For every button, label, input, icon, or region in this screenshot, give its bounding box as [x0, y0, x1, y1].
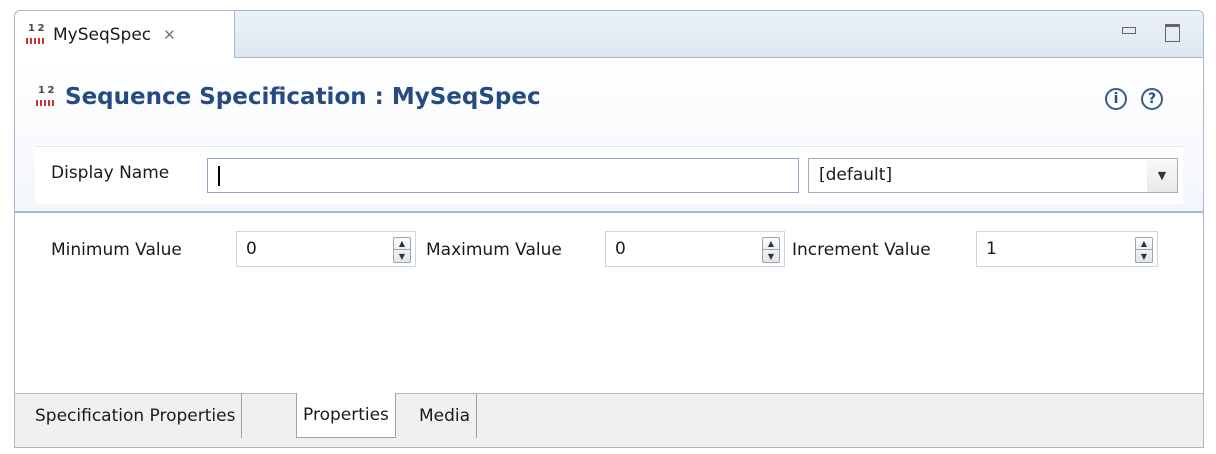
maximum-value-label: Maximum Value	[426, 240, 562, 260]
display-name-label: Display Name	[51, 163, 170, 183]
spin-down-icon[interactable]: ▼	[763, 250, 779, 262]
editor-tab-label: MySeqSpec	[53, 25, 152, 45]
minimum-value-label: Minimum Value	[51, 240, 182, 260]
maximum-value: 0	[615, 239, 626, 259]
tab-specification-properties[interactable]: Specification Properties	[29, 394, 243, 438]
spin-up-icon[interactable]: ▲	[763, 238, 779, 250]
spin-up-icon[interactable]: ▲	[1136, 238, 1152, 250]
increment-value-spinner[interactable]: 1 ▲ ▼	[976, 231, 1158, 267]
minimum-value: 0	[246, 239, 257, 259]
sequence-icon: 1 2	[25, 23, 47, 44]
tab-media[interactable]: Media	[413, 394, 478, 438]
page-title-row: 1 2 Sequence Specification : MySeqSpec	[35, 84, 541, 110]
help-icon[interactable]: ?	[1141, 88, 1163, 110]
close-icon[interactable]: ✕	[163, 26, 176, 44]
info-icon[interactable]: i	[1105, 88, 1127, 110]
minimize-button[interactable]	[1122, 24, 1136, 34]
text-caret	[218, 166, 220, 186]
spin-down-icon[interactable]: ▼	[394, 250, 410, 262]
sequence-icon: 1 2	[35, 85, 57, 106]
maximize-button[interactable]	[1165, 24, 1180, 42]
header-divider	[15, 211, 1203, 213]
display-name-input[interactable]	[207, 158, 799, 193]
spin-up-icon[interactable]: ▲	[394, 238, 410, 250]
form-header: 1 2 Sequence Specification : MySeqSpec i…	[15, 58, 1203, 212]
display-name-row: Display Name [default] ▼	[35, 146, 1183, 204]
value-fields: Minimum Value 0 ▲ ▼ Maximum Value 0 ▲ ▼ …	[15, 231, 1203, 271]
spin-down-icon[interactable]: ▼	[1136, 250, 1152, 262]
increment-value-label: Increment Value	[792, 240, 931, 260]
page-title: Sequence Specification : MySeqSpec	[65, 84, 541, 110]
bottom-tab-bar: Specification Properties Properties Medi…	[15, 393, 1203, 447]
editor-tab-strip: 1 2 MySeqSpec ✕	[15, 11, 1203, 59]
language-select[interactable]: [default] ▼	[808, 158, 1178, 193]
maximum-spinner-buttons: ▲ ▼	[762, 237, 780, 263]
editor-frame: 1 2 MySeqSpec ✕ 1 2 Sequence Specificati…	[14, 10, 1204, 448]
minimum-value-spinner[interactable]: 0 ▲ ▼	[236, 231, 416, 267]
editor-tab[interactable]: 1 2 MySeqSpec ✕	[15, 11, 235, 59]
minimum-spinner-buttons: ▲ ▼	[393, 237, 411, 263]
chevron-down-icon[interactable]: ▼	[1147, 159, 1177, 192]
maximum-value-spinner[interactable]: 0 ▲ ▼	[605, 231, 785, 267]
tab-properties[interactable]: Properties	[296, 393, 396, 438]
increment-value: 1	[986, 239, 997, 259]
language-select-value: [default]	[819, 165, 893, 185]
increment-spinner-buttons: ▲ ▼	[1135, 237, 1153, 263]
